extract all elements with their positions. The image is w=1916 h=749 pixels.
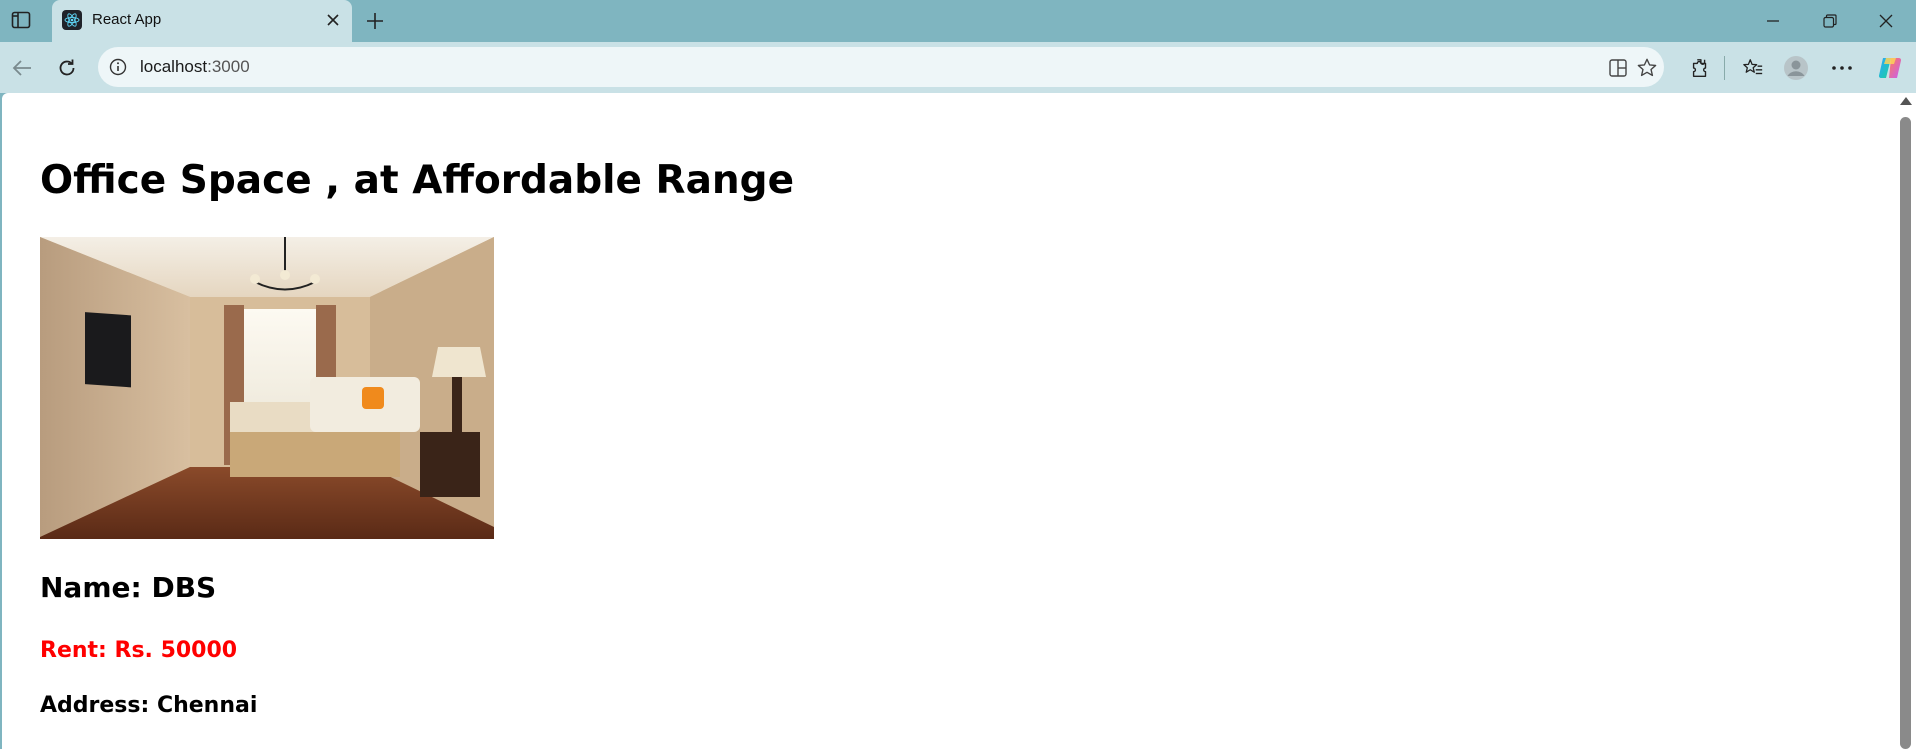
rent-label: Rent: [40,638,107,663]
address-bar[interactable]: localhost:3000 [98,47,1664,87]
page-viewport: Office Space , at Affordable Range Name:… [2,93,1896,749]
name-label: Name: [40,571,142,604]
copilot-icon[interactable] [1874,51,1908,85]
vertical-scrollbar[interactable] [1896,93,1916,749]
address-label: Address: [40,693,150,718]
reload-icon[interactable] [50,51,84,85]
more-options-icon[interactable] [1825,51,1859,85]
back-arrow-icon[interactable] [5,51,39,85]
browser-title-bar: React App [0,0,1916,42]
profile-avatar-icon[interactable] [1779,51,1813,85]
browser-toolbar: localhost:3000 [0,42,1916,93]
office-rent: Rent: Rs. 50000 [40,638,237,663]
restore-icon[interactable] [1810,8,1850,34]
page-title: Office Space , at Affordable Range [40,158,795,203]
scroll-up-arrow-icon[interactable] [1900,97,1912,105]
office-name: Name: DBS [40,571,216,604]
favorites-list-icon[interactable] [1736,51,1770,85]
extensions-icon[interactable] [1683,51,1717,85]
new-tab-icon[interactable] [362,8,388,34]
scrollbar-thumb[interactable] [1900,117,1911,749]
toolbar-divider [1724,56,1725,80]
address-value: Chennai [156,693,258,718]
tab-actions-icon[interactable] [8,9,34,31]
favorite-star-icon[interactable] [1632,53,1662,83]
split-screen-icon[interactable] [1603,53,1633,83]
office-space-image [40,237,494,539]
site-info-icon[interactable] [108,57,128,77]
browser-tab[interactable]: React App [52,0,352,42]
url-text[interactable]: localhost:3000 [140,57,250,77]
tab-title: React App [92,11,162,28]
react-logo-icon [62,10,82,30]
office-address: Address: Chennai [40,693,257,718]
close-window-icon[interactable] [1866,8,1906,34]
close-tab-icon[interactable] [322,9,344,31]
minimize-icon[interactable] [1753,8,1793,34]
name-value: DBS [151,571,217,604]
rent-value: Rs. 50000 [114,638,238,663]
